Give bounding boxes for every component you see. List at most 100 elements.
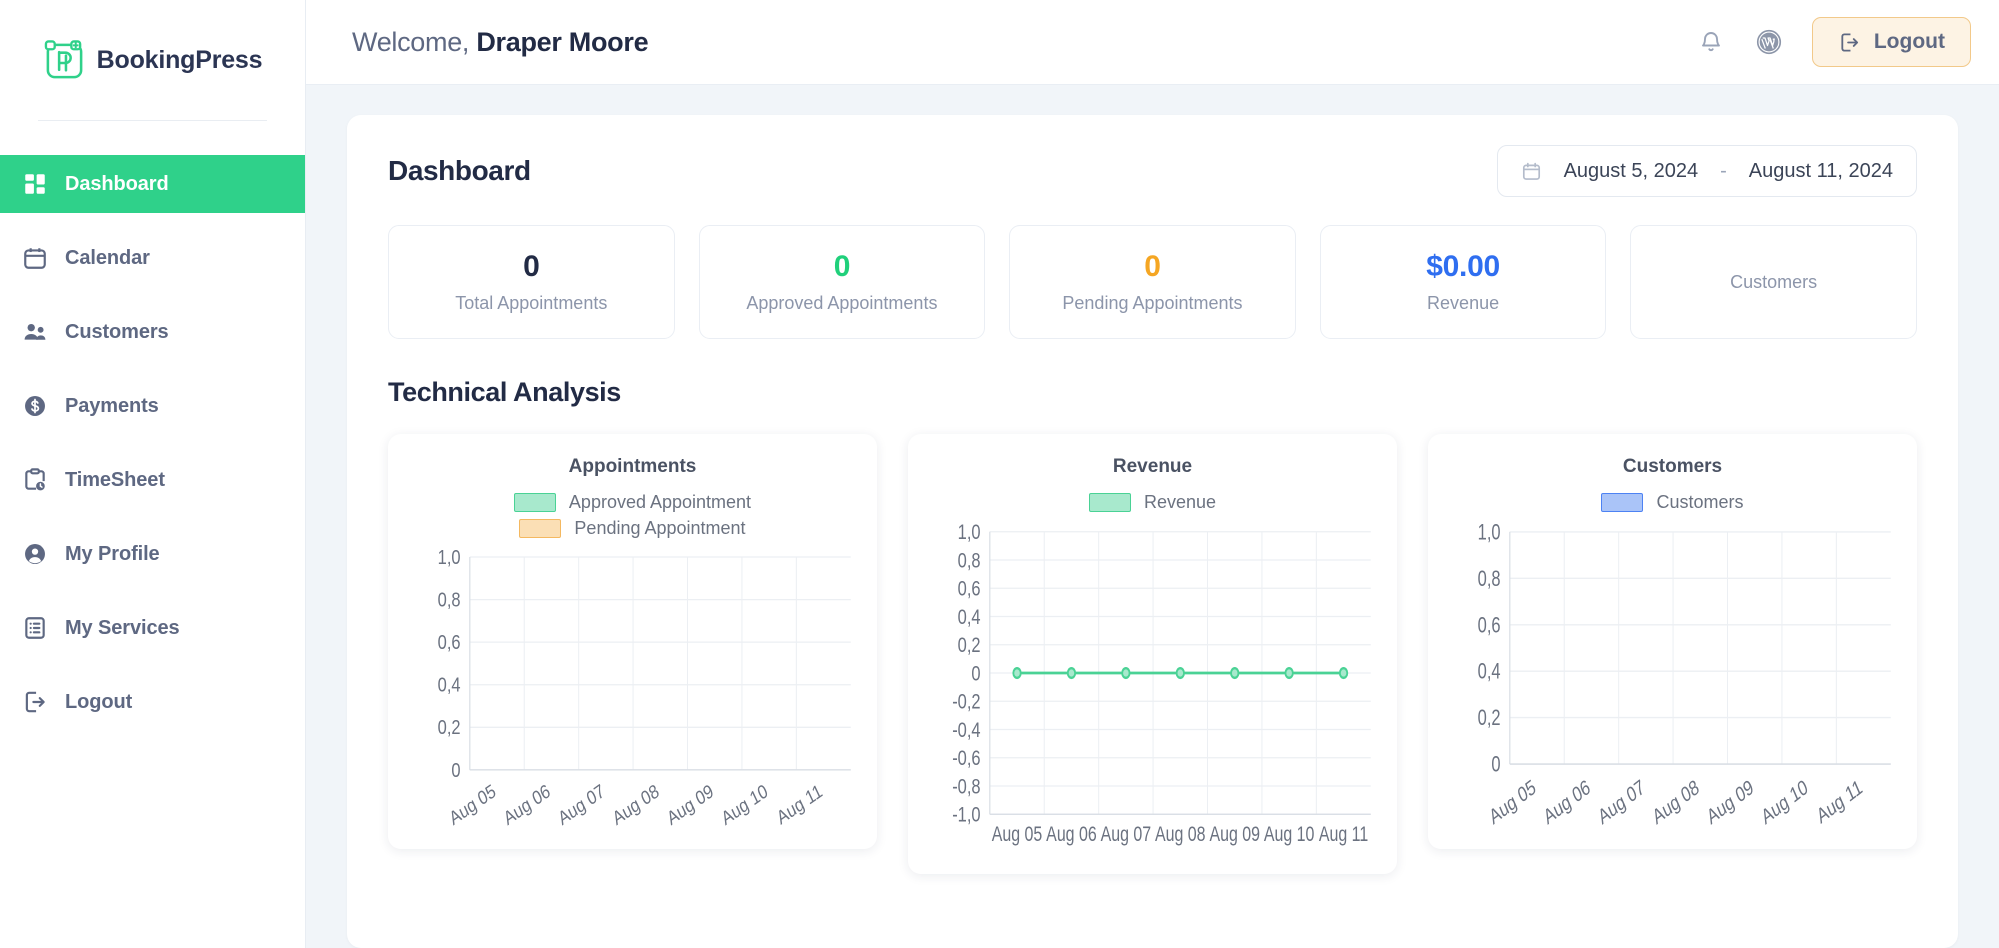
chart-title: Customers	[1622, 456, 1723, 477]
chart-svg: 1,0 0,8 0,6 0,4 0,2 0 -0,2 -0,4 -0,6 -0,8 -1,0 Aug…	[952, 521, 1371, 846]
legend-label: Pending Appointment	[574, 518, 746, 538]
legend-swatch	[513, 493, 556, 512]
legend-label: Revenue	[1143, 492, 1217, 512]
date-range-end: August 11, 2024	[1748, 159, 1893, 182]
legend-label: Approved Appointment	[568, 492, 752, 512]
chart-card-customers: Customers Customers 1,0 0,8 0,6 0,4 0,2 …	[1428, 434, 1917, 849]
sidebar-item-label: My Profile	[65, 542, 160, 565]
sidebar-item-label: Payments	[65, 394, 159, 417]
sidebar-item-logout[interactable]: Logout	[0, 673, 305, 731]
stat-value: 0	[833, 250, 851, 283]
welcome-prefix: Welcome,	[352, 26, 477, 57]
legend-item[interactable]: Customers	[1601, 492, 1744, 513]
svg-text:Aug 08: Aug 08	[1649, 775, 1702, 829]
svg-text:0,2: 0,2	[958, 634, 981, 658]
sidebar-item-label: Dashboard	[65, 172, 169, 195]
svg-text:0,8: 0,8	[1478, 567, 1501, 592]
svg-text:Aug 07: Aug 07	[1595, 775, 1648, 829]
sidebar-item-customers[interactable]: Customers	[0, 303, 305, 361]
logout-button[interactable]: Logout	[1811, 17, 1971, 67]
svg-text:Aug 07: Aug 07	[1101, 822, 1152, 846]
svg-text:Aug 08: Aug 08	[1155, 822, 1206, 846]
calendar-icon	[22, 245, 48, 271]
sidebar-item-dashboard[interactable]: Dashboard	[0, 155, 305, 213]
date-range-picker[interactable]: August 5, 2024 - August 11, 2024	[1496, 145, 1917, 197]
dashboard-panel: Dashboard August 5, 2024 - August 11, 20…	[347, 115, 1958, 948]
svg-text:0,2: 0,2	[1478, 706, 1501, 731]
sidebar-item-my-profile[interactable]: My Profile	[0, 525, 305, 583]
svg-text:1,0: 1,0	[958, 521, 981, 545]
stat-card-total-appointments[interactable]: 0 Total Appointments	[388, 225, 675, 339]
chart-xticks: Aug 05 Aug 06 Aug 07 Aug 08 Aug 09 Aug 10 Aug …	[446, 780, 825, 830]
bookingpress-logo-icon	[43, 39, 86, 82]
calendar-icon	[1521, 161, 1542, 182]
svg-text:Aug 11: Aug 11	[1814, 775, 1866, 828]
chart-legend: Approved Appointment Pending Appointment	[406, 492, 859, 539]
sidebar-item-label: TimeSheet	[65, 468, 165, 491]
svg-text:0,4: 0,4	[438, 673, 461, 696]
svg-text:Aug 09: Aug 09	[1209, 822, 1260, 846]
svg-text:0: 0	[971, 662, 980, 686]
svg-text:Aug 08: Aug 08	[609, 780, 662, 830]
chart-yticks: 1,0 0,8 0,6 0,4 0,2 0 -0,2 -0,4 -0,6 -0,8 -1,0	[952, 521, 981, 827]
logout-icon	[1838, 31, 1861, 54]
chart-gridlines	[469, 556, 851, 771]
chart-axis	[469, 557, 851, 771]
svg-text:Aug 06: Aug 06	[1046, 822, 1097, 846]
svg-text:1,0: 1,0	[1478, 521, 1501, 545]
chart-svg: 1,00,80,60,40,20 Aug 05 Aug 06 Aug 07 Aug 0…	[438, 547, 851, 830]
chart-title: Appointments	[568, 456, 697, 477]
svg-text:Aug 10: Aug 10	[1758, 775, 1811, 829]
legend-label: Customers	[1656, 492, 1744, 512]
bell-icon[interactable]	[1696, 27, 1726, 57]
content-area: Dashboard August 5, 2024 - August 11, 20…	[306, 85, 1999, 948]
user-circle-icon	[22, 541, 48, 567]
svg-text:Aug 11: Aug 11	[774, 780, 826, 829]
main-area: Welcome, Draper Moore Logout Dashboard A…	[306, 0, 1999, 948]
chart-axis	[1509, 531, 1891, 765]
stat-card-revenue[interactable]: $0.00 Revenue	[1319, 225, 1607, 339]
legend-item[interactable]: Pending Appointment	[519, 518, 746, 539]
sidebar: BookingPress Dashboard Calendar Customer…	[0, 0, 306, 948]
svg-text:0,4: 0,4	[958, 606, 981, 630]
stat-card-approved-appointments[interactable]: 0 Approved Appointments	[698, 225, 986, 339]
svg-text:Aug 10: Aug 10	[718, 780, 771, 830]
sidebar-item-payments[interactable]: Payments	[0, 377, 305, 435]
svg-text:Aug 06: Aug 06	[1540, 775, 1593, 829]
technical-analysis-title: Technical Analysis	[388, 377, 621, 407]
sidebar-item-label: Logout	[65, 690, 133, 713]
chart-gridlines	[1509, 531, 1891, 765]
legend-item[interactable]: Approved Appointment	[513, 492, 752, 513]
svg-text:Aug 05: Aug 05	[1486, 775, 1539, 829]
legend-swatch	[519, 519, 562, 538]
svg-text:0,8: 0,8	[958, 549, 981, 573]
legend-item[interactable]: Revenue	[1088, 492, 1217, 513]
welcome-message: Welcome, Draper Moore	[352, 26, 649, 58]
svg-text:1,0: 1,0	[438, 547, 461, 568]
svg-text:Aug 09: Aug 09	[664, 780, 717, 830]
svg-text:Aug 11: Aug 11	[1319, 822, 1368, 846]
user-name: Draper Moore	[476, 26, 649, 57]
sidebar-item-my-services[interactable]: My Services	[0, 599, 305, 657]
app-root: BookingPress Dashboard Calendar Customer…	[0, 0, 1999, 948]
sidebar-item-calendar[interactable]: Calendar	[0, 229, 305, 287]
date-range-start: August 5, 2024	[1563, 159, 1699, 182]
svg-text:0,4: 0,4	[1478, 659, 1501, 684]
stat-value: 0	[1144, 250, 1161, 283]
stat-label: Customers	[1730, 271, 1818, 292]
svg-text:0,6: 0,6	[438, 630, 461, 653]
svg-text:Aug 05: Aug 05	[992, 822, 1043, 846]
legend-swatch	[1601, 493, 1644, 512]
sidebar-divider	[38, 120, 267, 121]
svg-text:Aug 06: Aug 06	[501, 780, 554, 830]
logout-button-label: Logout	[1873, 30, 1945, 53]
brand-name: BookingPress	[96, 45, 263, 74]
brand-logo[interactable]: BookingPress	[0, 0, 305, 120]
stat-card-pending-appointments[interactable]: 0 Pending Appointments	[1009, 225, 1296, 339]
stat-card-customers[interactable]: Customers	[1630, 225, 1917, 339]
sidebar-item-timesheet[interactable]: TimeSheet	[0, 451, 305, 509]
chart-card-appointments: Appointments Approved Appointment Pendin…	[388, 434, 877, 849]
wordpress-icon[interactable]	[1754, 27, 1784, 57]
svg-text:0: 0	[1491, 752, 1500, 777]
chart-legend: Customers	[1446, 492, 1899, 513]
